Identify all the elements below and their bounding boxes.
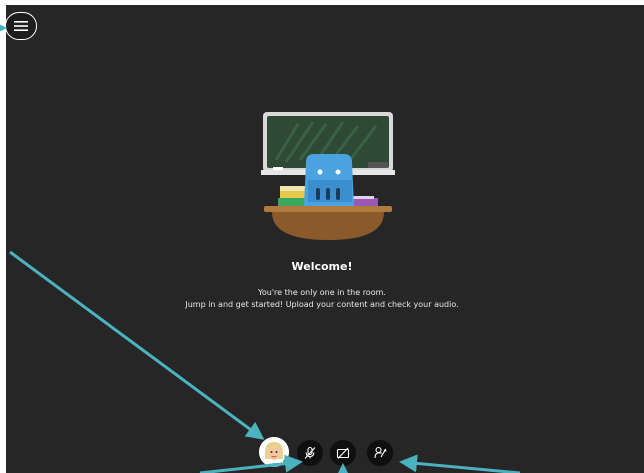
camera-button[interactable] [330,440,356,466]
share-content-icon [374,446,387,459]
online-status-dot [283,458,291,466]
hamburger-menu-icon [14,21,28,31]
share-content-button[interactable] [367,440,393,466]
classroom-illustration [261,112,395,240]
camera-off-icon [336,447,350,459]
welcome-message-line-2: Jump in and get started! Upload your con… [185,300,459,309]
welcome-title: Welcome! [291,260,353,273]
microphone-button[interactable] [297,440,323,466]
welcome-message-line-1: You're the only one in the room. [258,288,386,297]
main-menu-button[interactable] [5,12,37,40]
microphone-off-icon [304,446,316,459]
